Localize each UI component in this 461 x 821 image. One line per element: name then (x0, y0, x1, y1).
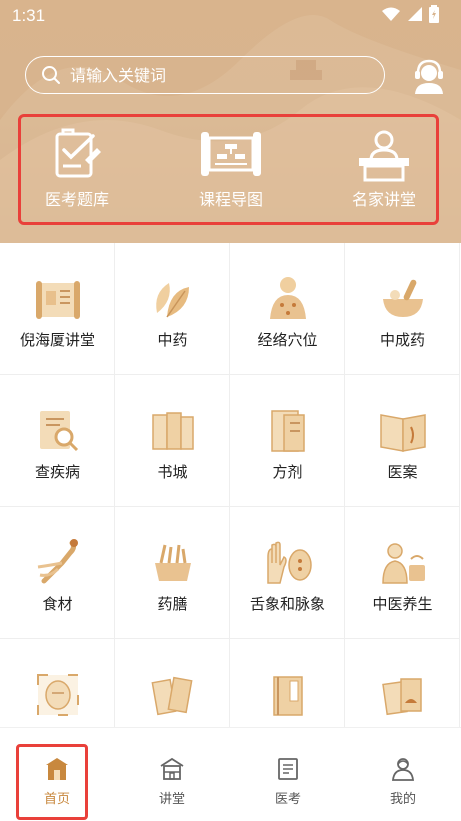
acupoint-icon (270, 277, 306, 319)
grid-item-label: 经络穴位 (257, 331, 318, 349)
classroom-icon (160, 757, 184, 780)
signal-icon (408, 7, 422, 21)
grid-item-label: 倪海厦讲堂 (19, 331, 95, 349)
course-map-icon (201, 132, 261, 176)
grid-item-formulas[interactable]: 方剂 (230, 375, 345, 507)
grid-item-row4-2[interactable] (115, 639, 230, 727)
exam-bank-icon (55, 128, 101, 178)
grid-item-label: 药膳 (157, 595, 188, 613)
bottom-navigation: 首页 讲堂 医考 我的 (0, 727, 461, 821)
grid-item-tongue-pulse[interactable]: 舌象和脉象 (230, 507, 345, 639)
header-banner: 1:31 医考题库 (0, 0, 461, 243)
ginseng-icon (37, 539, 78, 584)
frame-icon (37, 674, 79, 716)
grid-item-medicinal-diet[interactable]: 药膳 (115, 507, 230, 639)
herb-bowl-icon (155, 544, 191, 581)
mortar-icon (383, 279, 423, 317)
grid-item-bookstore[interactable]: 书城 (115, 375, 230, 507)
feature-exam-bank[interactable]: 医考题库 (17, 128, 137, 210)
status-icons (381, 5, 439, 23)
search-input[interactable] (68, 64, 362, 86)
nav-label: 医考 (274, 792, 301, 807)
grid-item-label: 医案 (387, 463, 418, 481)
grid-item-label: 中药 (157, 331, 188, 349)
grid-item-label: 食材 (42, 595, 73, 613)
tea-book-icon (382, 678, 422, 716)
scroll-books-icon (151, 676, 193, 716)
grid-item-row4-3[interactable] (230, 639, 345, 727)
grid-item-patent-medicine[interactable]: 中成药 (345, 243, 460, 375)
books-icon (152, 412, 194, 450)
feature-label: 名家讲堂 (351, 190, 416, 209)
grid-item-label: 书城 (157, 463, 188, 481)
nav-label: 首页 (43, 792, 70, 807)
profile-icon (392, 758, 414, 781)
nav-label: 我的 (389, 792, 416, 807)
grid-item-health-preservation[interactable]: 中医养生 (345, 507, 460, 639)
nav-exam[interactable]: 医考 (258, 756, 318, 807)
exam-icon (278, 758, 298, 780)
grid-item-ni-haixia-lectures[interactable]: 倪海厦讲堂 (0, 243, 115, 375)
grid-item-food-ingredients[interactable]: 食材 (0, 507, 115, 639)
nav-home[interactable]: 首页 (27, 756, 87, 807)
battery-icon (429, 5, 439, 23)
nav-classroom[interactable]: 讲堂 (142, 756, 202, 807)
manual-icon (273, 676, 303, 716)
grid-item-row4-1[interactable] (0, 639, 115, 727)
home-icon (46, 758, 68, 780)
scroll-icon (36, 281, 80, 319)
grid-item-meridian-points[interactable]: 经络穴位 (230, 243, 345, 375)
grid-item-label: 中成药 (379, 331, 425, 349)
grid-item-label: 舌象和脉象 (249, 595, 325, 613)
wellness-icon (382, 543, 425, 584)
feature-label: 医考题库 (44, 190, 109, 209)
feature-course-map[interactable]: 课程导图 (171, 128, 291, 210)
customer-service-icon[interactable] (410, 58, 448, 94)
leaf-icon (156, 283, 189, 318)
category-grid: 倪海厦讲堂 中药 经络穴位 中成药 查疾病 书城 方剂 医案 食材 药膳 舌象和… (0, 243, 461, 727)
grid-item-row4-4[interactable] (345, 639, 460, 727)
prescription-icon (271, 410, 305, 452)
wifi-icon (382, 7, 400, 21)
disease-search-icon (40, 411, 79, 452)
feature-lecture-hall[interactable]: 名家讲堂 (324, 128, 444, 210)
grid-item-label: 查疾病 (34, 463, 80, 481)
lecture-hall-icon (359, 130, 409, 182)
status-bar: 1:31 (0, 0, 461, 32)
grid-item-label: 方剂 (272, 463, 303, 481)
case-book-icon (380, 414, 426, 452)
grid-item-label: 中医养生 (372, 595, 433, 613)
nav-label: 讲堂 (158, 792, 185, 807)
grid-item-case-records[interactable]: 医案 (345, 375, 460, 507)
search-icon (40, 64, 62, 86)
grid-item-herbs[interactable]: 中药 (115, 243, 230, 375)
status-time: 1:31 (12, 6, 46, 25)
search-bar[interactable] (25, 56, 385, 94)
tongue-pulse-icon (267, 541, 312, 584)
grid-item-disease-lookup[interactable]: 查疾病 (0, 375, 115, 507)
feature-label: 课程导图 (198, 190, 263, 209)
nav-profile[interactable]: 我的 (373, 756, 433, 807)
